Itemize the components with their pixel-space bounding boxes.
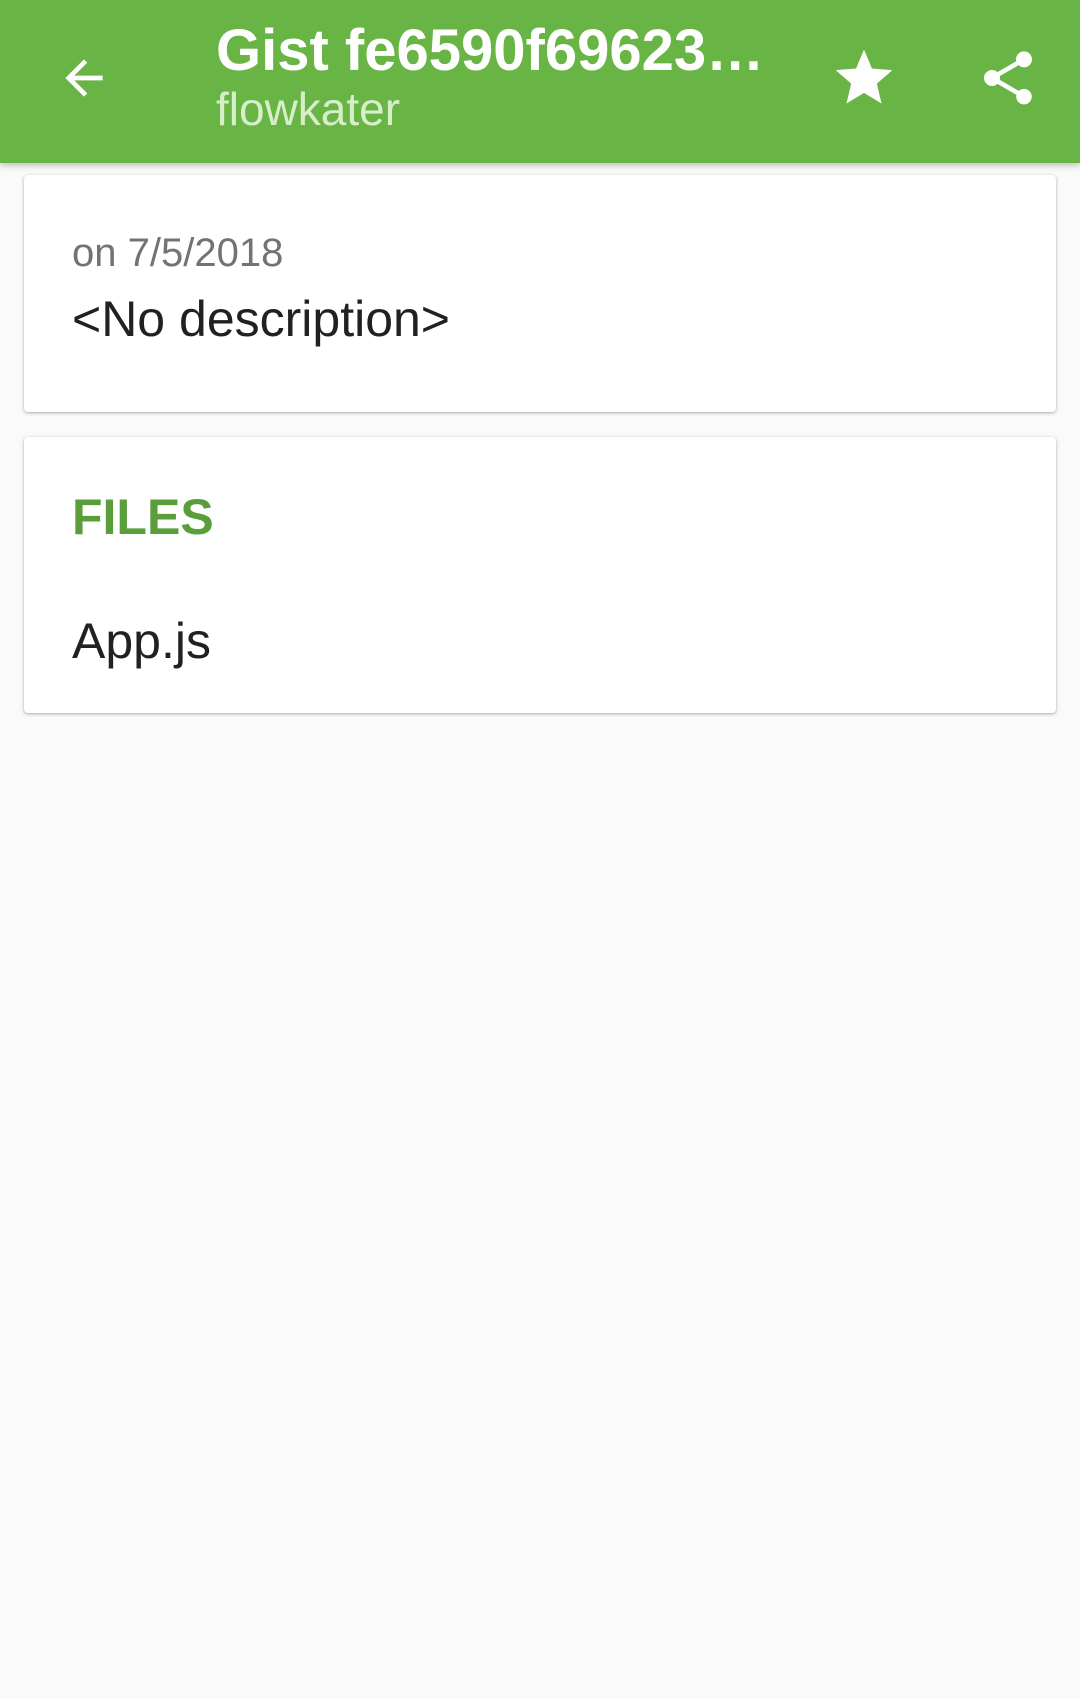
gist-date: on 7/5/2018 <box>72 231 284 275</box>
gist-owner: flowkater <box>216 83 401 135</box>
gist-description: <No description> <box>72 291 451 347</box>
arrow-back-icon <box>65 59 103 97</box>
gist-title: Gist fe6590f69623… <box>216 18 765 83</box>
star-button[interactable] <box>822 36 906 120</box>
title-block: Gist fe6590f69623… flowkater <box>216 18 776 136</box>
file-name: App.js <box>72 613 211 669</box>
gist-info-card: on 7/5/2018 <No description> <box>24 175 1056 412</box>
share-button[interactable] <box>966 36 1050 120</box>
app-bar: Gist fe6590f69623… flowkater <box>0 0 1080 163</box>
star-icon <box>835 49 893 104</box>
files-heading: FILES <box>72 489 214 545</box>
back-button[interactable] <box>42 36 126 120</box>
share-icon <box>984 51 1032 105</box>
files-card: FILES App.js <box>24 437 1056 713</box>
file-item[interactable]: App.js <box>24 597 1056 687</box>
